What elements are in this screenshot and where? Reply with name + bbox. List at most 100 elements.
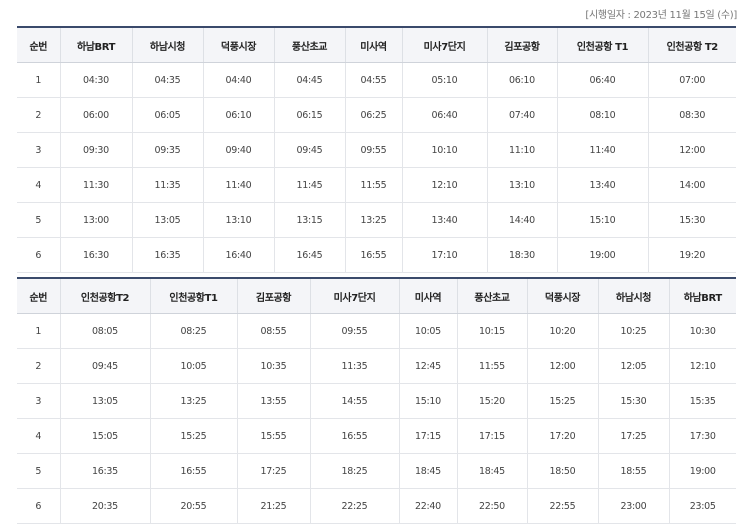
table-row: 1 08:05 08:25 08:55 09:55 10:05 10:15 10:20 10:2… (17, 313, 736, 349)
departure-time: 18:45 (398, 453, 457, 489)
departure-time: 15:10 (398, 383, 457, 419)
row-number: 1 (17, 313, 60, 349)
departure-time: 09:45 (59, 348, 150, 384)
departure-time: 18:30 (486, 237, 557, 273)
row-number: 6 (17, 488, 60, 524)
departure-time: 13:00 (59, 202, 132, 238)
departure-time: 20:35 (59, 488, 150, 524)
departure-time: 09:35 (131, 132, 203, 168)
departure-time: 10:35 (236, 348, 310, 384)
departure-time: 11:10 (486, 132, 557, 168)
timetable-inbound: 순번 인천공항T2 인천공항T1 김포공항 미사7단지 미사역 풍산초교 덕풍시… (17, 277, 736, 524)
departure-time: 16:55 (309, 418, 399, 454)
column-header: 미사역 (398, 278, 457, 314)
departure-time: 12:00 (647, 132, 736, 168)
table-row: 5 13:00 13:05 13:10 13:15 13:25 13:40 14:40 15:1… (17, 202, 736, 238)
column-header: 김포공항 (236, 278, 310, 314)
table-header: 순번 하남BRT 하남시청 덕풍시장 풍산초교 미사역 미사7단지 김포공항 인… (17, 27, 736, 63)
departure-time: 22:55 (526, 488, 598, 524)
table-row: 4 15:05 15:25 15:55 16:55 17:15 17:15 17:20 17:2… (17, 418, 736, 454)
column-header: 인천공항T2 (59, 278, 150, 314)
departure-time: 15:05 (59, 418, 150, 454)
table-row: 1 04:30 04:35 04:40 04:45 04:55 05:10 06:10 06:4… (17, 62, 736, 98)
departure-time: 09:30 (59, 132, 132, 168)
departure-time: 18:25 (309, 453, 399, 489)
departure-time: 04:55 (344, 62, 402, 98)
departure-time: 13:15 (273, 202, 345, 238)
departure-time: 05:10 (401, 62, 487, 98)
row-number: 2 (17, 97, 60, 133)
column-header: 인천공항 T2 (647, 27, 736, 63)
departure-time: 10:10 (401, 132, 487, 168)
departure-time: 06:25 (344, 97, 402, 133)
departure-time: 10:25 (597, 313, 669, 349)
table-row: 3 09:30 09:35 09:40 09:45 09:55 10:10 11:10 11:4… (17, 132, 736, 168)
departure-time: 06:00 (59, 97, 132, 133)
departure-time: 06:15 (273, 97, 345, 133)
departure-time: 15:35 (668, 383, 736, 419)
departure-time: 19:00 (668, 453, 736, 489)
timetable-page: [시행일자 : 2023년 11월 15일 (수)] 순번 하남BRT 하남시청… (0, 0, 743, 530)
departure-time: 20:55 (149, 488, 237, 524)
departure-time: 16:35 (59, 453, 150, 489)
row-number: 3 (17, 132, 60, 168)
departure-time: 13:40 (556, 167, 648, 203)
column-header: 하남BRT (59, 27, 132, 63)
departure-time: 16:55 (149, 453, 237, 489)
departure-time: 11:40 (202, 167, 274, 203)
departure-time: 15:55 (236, 418, 310, 454)
row-number: 5 (17, 453, 60, 489)
departure-time: 08:30 (647, 97, 736, 133)
column-header: 덕풍시장 (526, 278, 598, 314)
table-row: 4 11:30 11:35 11:40 11:45 11:55 12:10 13:10 13:4… (17, 167, 736, 203)
row-number: 6 (17, 237, 60, 273)
column-header: 순번 (17, 278, 60, 314)
column-header: 하남BRT (668, 278, 736, 314)
departure-time: 04:30 (59, 62, 132, 98)
departure-time: 13:05 (59, 383, 150, 419)
departure-time: 19:20 (647, 237, 736, 273)
departure-time: 04:45 (273, 62, 345, 98)
table-header: 순번 인천공항T2 인천공항T1 김포공항 미사7단지 미사역 풍산초교 덕풍시… (17, 278, 736, 314)
departure-time: 22:40 (398, 488, 457, 524)
departure-time: 06:05 (131, 97, 203, 133)
departure-time: 14:00 (647, 167, 736, 203)
departure-time: 17:25 (236, 453, 310, 489)
departure-time: 11:35 (131, 167, 203, 203)
table-row: 2 06:00 06:05 06:10 06:15 06:25 06:40 07:40 08:1… (17, 97, 736, 133)
table-row: 6 20:35 20:55 21:25 22:25 22:40 22:50 22:55 23:0… (17, 488, 736, 524)
departure-time: 16:35 (131, 237, 203, 273)
departure-time: 10:05 (149, 348, 237, 384)
departure-time: 15:20 (456, 383, 527, 419)
departure-time: 10:30 (668, 313, 736, 349)
row-number: 5 (17, 202, 60, 238)
departure-time: 06:40 (556, 62, 648, 98)
table-row: 6 16:30 16:35 16:40 16:45 16:55 17:10 18:30 19:0… (17, 237, 736, 273)
departure-time: 10:20 (526, 313, 598, 349)
departure-time: 09:40 (202, 132, 274, 168)
row-number: 4 (17, 418, 60, 454)
departure-time: 21:25 (236, 488, 310, 524)
departure-time: 22:50 (456, 488, 527, 524)
departure-time: 14:55 (309, 383, 399, 419)
departure-time: 13:05 (131, 202, 203, 238)
table-row: 5 16:35 16:55 17:25 18:25 18:45 18:45 18:50 18:5… (17, 453, 736, 489)
departure-time: 17:30 (668, 418, 736, 454)
departure-time: 14:40 (486, 202, 557, 238)
departure-time: 17:15 (398, 418, 457, 454)
departure-time: 18:55 (597, 453, 669, 489)
row-number: 1 (17, 62, 60, 98)
column-header: 하남시청 (131, 27, 203, 63)
departure-time: 13:25 (149, 383, 237, 419)
row-number: 2 (17, 348, 60, 384)
departure-time: 09:55 (309, 313, 399, 349)
departure-time: 22:25 (309, 488, 399, 524)
departure-time: 08:05 (59, 313, 150, 349)
departure-time: 09:55 (344, 132, 402, 168)
column-header: 순번 (17, 27, 60, 63)
column-header: 하남시청 (597, 278, 669, 314)
departure-time: 12:10 (401, 167, 487, 203)
departure-time: 16:30 (59, 237, 132, 273)
departure-time: 23:00 (597, 488, 669, 524)
column-header: 인천공항T1 (149, 278, 237, 314)
